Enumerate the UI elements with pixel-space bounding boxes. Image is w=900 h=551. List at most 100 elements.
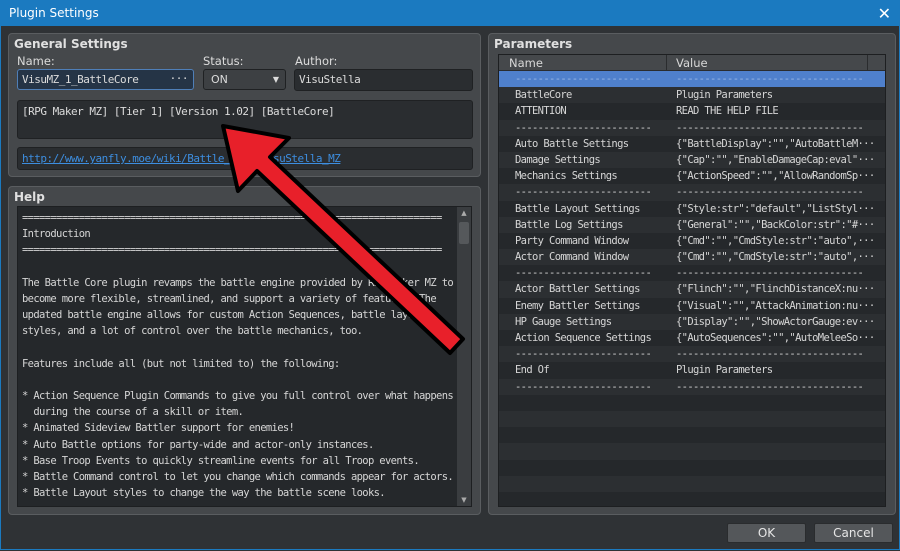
scroll-down-icon[interactable]: ▼ xyxy=(457,494,471,506)
name-label: Name: xyxy=(17,54,55,68)
column-header-value[interactable]: Value xyxy=(676,55,708,71)
help-line: * Animated Sideview Battler support for … xyxy=(22,422,295,435)
param-value: {"Cap":"","EnableDamageCap:eval"··· xyxy=(676,153,875,166)
table-row[interactable] xyxy=(499,427,885,444)
param-name: HP Gauge Settings xyxy=(515,315,612,328)
param-value: {"ActionSpeed":"","AllowRandomSp··· xyxy=(676,170,875,183)
help-line: The Battle Core plugin revamps the battl… xyxy=(22,276,454,289)
help-line: updated battle engine allows for custom … xyxy=(22,309,425,322)
help-link[interactable]: http://www.yanfly.moe/wiki/Battle_Core_V… xyxy=(22,152,341,165)
param-value: --------------------------------- xyxy=(676,121,864,134)
close-icon[interactable]: ✕ xyxy=(878,1,891,26)
description-text: [RPG Maker MZ] [Tier 1] [Version 1.02] [… xyxy=(22,105,335,118)
table-row[interactable]: Actor Battler Settings {"Flinch":"","Flin… xyxy=(499,281,885,298)
link-field: http://www.yanfly.moe/wiki/Battle_Core_V… xyxy=(17,147,473,170)
table-row[interactable]: Auto Battle Settings {"BattleDisplay":"",… xyxy=(499,135,885,152)
table-row[interactable]: Party Command Window {"Cmd":"","CmdStyle:… xyxy=(499,232,885,250)
param-name: ------------------------ xyxy=(515,73,652,85)
table-row[interactable] xyxy=(499,475,885,492)
help-line: * Battle Command control to let you chan… xyxy=(22,471,454,483)
help-line: ========================================… xyxy=(22,244,442,257)
table-row[interactable]: BattleCore Plugin Parameters xyxy=(499,87,885,104)
help-line: * Battle Layout styles to change the way… xyxy=(22,487,386,500)
param-name: ATTENTION xyxy=(515,105,567,118)
param-value: --------------------------------- xyxy=(676,186,864,199)
column-divider xyxy=(867,55,868,71)
help-line: become more flexible, streamlined, and s… xyxy=(22,292,437,305)
name-field[interactable]: VisuMZ_1_BattleCore ··· xyxy=(17,69,194,90)
help-line: * Action Sequence Plugin Commands to giv… xyxy=(22,390,454,403)
param-name: ------------------------ xyxy=(515,186,652,199)
param-value: {"BattleDisplay":"","AutoBattleM··· xyxy=(676,137,875,150)
param-name: Enemy Battler Settings xyxy=(515,299,640,312)
help-line: during the course of a skill or item. xyxy=(22,406,244,419)
param-name: Party Command Window xyxy=(515,234,629,247)
help-line xyxy=(22,340,453,356)
table-row[interactable] xyxy=(499,491,885,506)
scroll-up-icon[interactable]: ▲ xyxy=(457,207,471,219)
table-row[interactable]: ------------------------ ----------------… xyxy=(499,184,885,201)
scroll-thumb[interactable] xyxy=(459,222,469,244)
general-settings-title: General Settings xyxy=(14,37,128,51)
help-line: * Base Troop Events to quickly streamlin… xyxy=(22,454,420,467)
param-value: --------------------------------- xyxy=(676,267,864,280)
param-name: Mechanics Settings xyxy=(515,170,618,183)
table-row[interactable]: ------------------------ ----------------… xyxy=(499,378,885,395)
description-field[interactable]: [RPG Maker MZ] [Tier 1] [Version 1.02] [… xyxy=(17,100,473,139)
ok-button[interactable]: OK xyxy=(727,523,806,543)
help-title: Help xyxy=(14,190,45,204)
param-name: Battle Log Settings xyxy=(515,218,623,231)
table-row[interactable]: Battle Log Settings {"General":"","BackCo… xyxy=(499,216,885,233)
param-value: Plugin Parameters xyxy=(676,89,773,102)
param-value: Plugin Parameters xyxy=(676,364,773,377)
table-row[interactable]: Mechanics Settings {"ActionSpeed":"","All… xyxy=(499,168,885,185)
help-scrollbar[interactable]: ▲ ▼ xyxy=(457,207,471,506)
param-value: --------------------------------- xyxy=(676,348,864,361)
cancel-button[interactable]: Cancel xyxy=(814,523,893,543)
param-name: Damage Settings xyxy=(515,153,601,166)
author-value: VisuStella xyxy=(299,73,361,86)
chevron-down-icon: ▼ xyxy=(272,75,279,84)
browse-button[interactable]: ··· xyxy=(170,72,189,86)
status-select[interactable]: ON ▼ xyxy=(203,69,286,90)
column-header-name[interactable]: Name xyxy=(509,55,667,71)
param-value: {"General":"","BackColor:str":"#··· xyxy=(676,218,875,231)
param-name: Action Sequence Settings xyxy=(515,332,652,344)
table-row[interactable] xyxy=(499,443,885,460)
table-header: Name Value xyxy=(499,55,885,71)
table-row[interactable]: End Of Plugin Parameters xyxy=(499,362,885,379)
param-name: ------------------------ xyxy=(515,121,652,134)
table-row[interactable]: HP Gauge Settings {"Display":"","ShowActo… xyxy=(499,313,885,330)
param-value: {"Display":"","ShowActorGauge:ev··· xyxy=(676,315,875,328)
author-field[interactable]: VisuStella xyxy=(294,69,473,91)
table-row[interactable]: ------------------------ ----------------… xyxy=(499,119,885,136)
param-value: READ THE HELP FILE xyxy=(676,105,779,118)
param-name: Auto Battle Settings xyxy=(515,137,629,150)
param-value: {"Flinch":"","FlinchDistanceX:nu··· xyxy=(676,283,875,296)
table-row[interactable]: ATTENTION READ THE HELP FILE xyxy=(499,103,885,120)
help-line: * Auto Battle options for party-wide and… xyxy=(22,438,374,451)
param-name: ------------------------ xyxy=(515,380,652,393)
param-name: Battle Layout Settings xyxy=(515,202,640,215)
table-row[interactable]: Enemy Battler Settings {"Visual":"","Atta… xyxy=(499,297,885,314)
param-value: {"Cmd":"","CmdStyle:str":"auto",··· xyxy=(676,234,875,247)
param-value: --------------------------------- xyxy=(676,380,864,393)
table-row[interactable]: Actor Command Window {"Cmd":"","CmdStyle:… xyxy=(499,249,885,266)
table-row[interactable]: ------------------------ ----------------… xyxy=(499,265,885,282)
param-name: ------------------------ xyxy=(515,348,652,361)
param-value: {"Cmd":"","CmdStyle:str":"auto",··· xyxy=(676,251,875,264)
table-row[interactable] xyxy=(499,459,885,476)
table-row[interactable] xyxy=(499,394,885,411)
table-row[interactable]: ------------------------ ----------------… xyxy=(499,71,885,88)
table-row[interactable]: Action Sequence Settings {"AutoSequences"… xyxy=(499,330,885,347)
help-text-area[interactable]: ========================================… xyxy=(17,206,472,507)
author-label: Author: xyxy=(295,54,338,68)
help-line: styles, and a lot of control over the ba… xyxy=(22,325,363,338)
help-line: ========================================… xyxy=(22,212,442,224)
help-line xyxy=(22,259,453,275)
table-row[interactable]: ------------------------ ----------------… xyxy=(499,346,885,363)
table-row[interactable]: Damage Settings {"Cap":"","EnableDamageCa… xyxy=(499,151,885,169)
table-row[interactable]: Battle Layout Settings {"Style:str":"defa… xyxy=(499,200,885,217)
parameters-table[interactable]: Name Value ------------------------ -----… xyxy=(498,54,886,507)
table-row[interactable] xyxy=(499,410,885,428)
